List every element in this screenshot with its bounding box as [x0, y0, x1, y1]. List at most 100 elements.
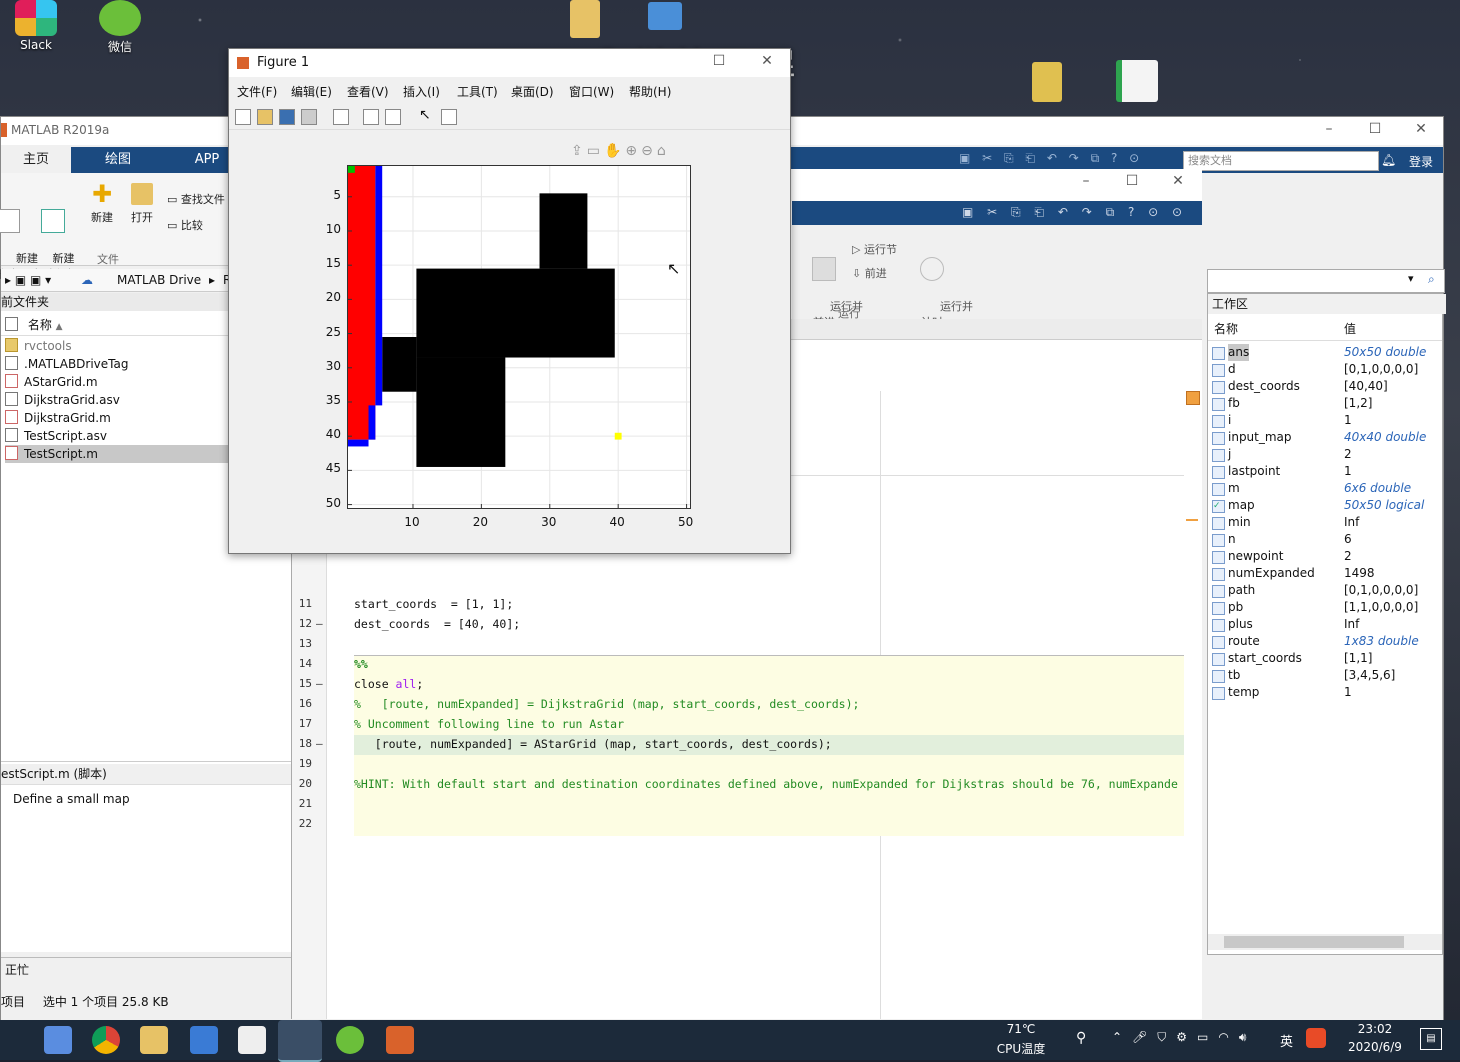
command-path-field[interactable]: ▾ ⌕	[1207, 269, 1445, 293]
minimize-icon[interactable]: –	[1072, 173, 1100, 193]
code-line[interactable]: % Uncomment following line to run Astar	[354, 717, 624, 731]
wechat-desktop-icon[interactable]: 微信	[94, 0, 146, 55]
value-col-header[interactable]: 值	[1344, 318, 1356, 340]
matlab-icon[interactable]	[386, 1026, 414, 1054]
workspace-row[interactable]: lastpoint 1	[1212, 463, 1438, 480]
maximize-icon[interactable]: ☐	[705, 53, 733, 73]
workspace-row[interactable]: newpoint 2	[1212, 548, 1438, 565]
workspace-row[interactable]: start_coords [1,1]	[1212, 650, 1438, 667]
workspace-row[interactable]: i1	[1212, 412, 1438, 429]
matlab-taskbar-icon[interactable]	[278, 1020, 322, 1062]
workspace-row[interactable]: route 1x83 double	[1212, 633, 1438, 650]
search-icon[interactable]: ⌕	[1359, 153, 1366, 168]
open-button[interactable]: 打开	[127, 183, 157, 225]
workspace-row[interactable]: j2	[1212, 446, 1438, 463]
wechat-icon[interactable]	[336, 1026, 364, 1054]
code-line[interactable]: close all;	[354, 677, 423, 691]
code-line[interactable]: start_coords = [1, 1];	[354, 597, 513, 611]
list-item-selected[interactable]: TestScript.m	[5, 445, 233, 463]
chrome-icon[interactable]	[92, 1026, 120, 1054]
legend-icon[interactable]	[385, 109, 401, 125]
code-line[interactable]: [route, numExpanded] = AStarGrid (map, s…	[354, 737, 832, 751]
notification-icon[interactable]: ▤	[1420, 1028, 1442, 1050]
dropdown-icon[interactable]: ▾	[1408, 272, 1414, 285]
breadcrumb-matlab-drive[interactable]: MATLAB Drive	[117, 269, 201, 291]
menu-desktop[interactable]: 桌面(D)	[511, 83, 554, 100]
nav-arrows-icon[interactable]: ▸ ▣ ▣ ▾	[5, 269, 51, 291]
search-docs-input[interactable]: 搜索文档	[1183, 151, 1379, 171]
clock-date[interactable]: 2020/6/9	[1336, 1040, 1414, 1054]
file-column-header[interactable]: 名称 ▲	[1, 315, 231, 336]
folder-icon[interactable]	[570, 0, 600, 38]
tab-plots[interactable]: 绘图	[81, 147, 155, 173]
scrollbar-thumb[interactable]	[1224, 936, 1404, 948]
open-icon[interactable]	[257, 109, 273, 125]
run-section-button[interactable]: ▷ 运行节	[852, 241, 897, 257]
new-button[interactable]: ✚ 新建	[87, 182, 117, 225]
menu-file[interactable]: 文件(F)	[237, 83, 277, 100]
menu-view[interactable]: 查看(V)	[347, 83, 389, 100]
plot-axes[interactable]	[347, 165, 691, 509]
list-item[interactable]: rvctools	[5, 337, 72, 355]
axes-toolbar[interactable]: ⇪▭✋⊕⊖⌂	[571, 143, 670, 159]
workspace-row[interactable]: fb [1,2]	[1212, 395, 1438, 412]
address-bar[interactable]: ▸ ▣ ▣ ▾ ☁ MATLAB Drive ▸ R	[1, 269, 233, 292]
workspace-row[interactable]: temp 1	[1212, 684, 1438, 701]
workspace-row[interactable]: path [0,1,0,0,0,0]	[1212, 582, 1438, 599]
menu-insert[interactable]: 插入(I)	[403, 83, 440, 100]
tab-home[interactable]: 主页	[1, 147, 71, 173]
editor-quick-toolbar[interactable]: ▣ ✂ ⎘ ⎗ ↶ ↷ ⧉ ? ⊙ ⊙	[792, 201, 1202, 225]
workspace-row[interactable]: pb [1,1,0,0,0,0]	[1212, 599, 1438, 616]
tray-icons[interactable]: ⌃🎤︎⛉⚙▭◠🔊︎	[1112, 1030, 1256, 1045]
search-icon[interactable]: ⌕	[1428, 272, 1435, 287]
workspace-row[interactable]: ✓ map 50x50 logical	[1212, 497, 1438, 514]
workspace-row[interactable]: min Inf	[1212, 514, 1438, 531]
clock-time[interactable]: 23:02	[1340, 1022, 1410, 1036]
workspace-row[interactable]: input_map 40x40 double	[1212, 429, 1438, 446]
link-plot-icon[interactable]	[333, 109, 349, 125]
horizontal-scrollbar[interactable]	[1208, 934, 1442, 950]
colorbar-icon[interactable]	[363, 109, 379, 125]
breakpoint-dash[interactable]: –	[316, 737, 323, 750]
workspace-row[interactable]: ans 50x50 double	[1212, 344, 1438, 361]
compare-button[interactable]: ▭ 比较	[167, 217, 203, 233]
workspace-row[interactable]: d [0,1,0,0,0,0]	[1212, 361, 1438, 378]
breakpoint-dash[interactable]: –	[316, 677, 323, 690]
save-icon[interactable]	[279, 109, 295, 125]
find-files-button[interactable]: ▭ 查找文件	[167, 191, 225, 207]
list-item[interactable]: .MATLABDriveTag	[5, 355, 128, 373]
menu-edit[interactable]: 编辑(E)	[291, 83, 332, 100]
document-icon[interactable]	[238, 1026, 266, 1054]
analyzer-mark[interactable]	[1186, 519, 1198, 521]
menu-help[interactable]: 帮助(H)	[629, 83, 671, 100]
advance-button[interactable]: ⇩ 前进	[852, 265, 887, 281]
workspace-row[interactable]: numExpanded 1498	[1212, 565, 1438, 582]
property-editor-icon[interactable]	[441, 109, 457, 125]
code-line[interactable]: dest_coords = [40, 40];	[354, 617, 520, 631]
code-line[interactable]: %HINT: With default start and destinatio…	[354, 777, 1184, 791]
sogou-icon[interactable]	[1306, 1028, 1326, 1048]
login-link[interactable]: 登录	[1409, 153, 1433, 170]
quick-access-toolbar[interactable]: ▣ ✂ ⎘ ⎗ ↶ ↷ ⧉ ? ⊙	[959, 151, 1173, 169]
name-col-header[interactable]: 名称	[1214, 318, 1238, 340]
code-line[interactable]: % [route, numExpanded] = DijkstraGrid (m…	[354, 697, 859, 711]
file-explorer-icon[interactable]	[140, 1026, 168, 1054]
computer-icon[interactable]	[648, 2, 682, 30]
toolbar-icons[interactable]: ▣ ✂ ⎘ ⎗ ↶ ↷ ⧉ ? ⊙ ⊙	[962, 205, 1187, 220]
list-item[interactable]: AStarGrid.m	[5, 373, 98, 391]
list-item[interactable]: TestScript.asv	[5, 427, 107, 445]
menu-window[interactable]: 窗口(W)	[569, 83, 614, 100]
analyzer-indicator[interactable]	[1186, 391, 1200, 405]
ime-indicator[interactable]: 英	[1280, 1031, 1293, 1050]
list-item[interactable]: DijkstraGrid.m	[5, 409, 111, 427]
workspace-row[interactable]: n6	[1212, 531, 1438, 548]
pointer-icon[interactable]: ↖	[419, 107, 431, 123]
word-icon[interactable]	[190, 1026, 218, 1054]
code-line[interactable]: %%	[354, 657, 368, 671]
file-icon[interactable]	[1032, 62, 1062, 102]
spreadsheet-icon[interactable]	[1116, 60, 1158, 102]
close-icon[interactable]: ✕	[1164, 173, 1192, 193]
people-icon[interactable]: ⚲	[1076, 1030, 1086, 1046]
maximize-icon[interactable]: ☐	[1118, 173, 1146, 193]
menu-tools[interactable]: 工具(T)	[457, 83, 498, 100]
